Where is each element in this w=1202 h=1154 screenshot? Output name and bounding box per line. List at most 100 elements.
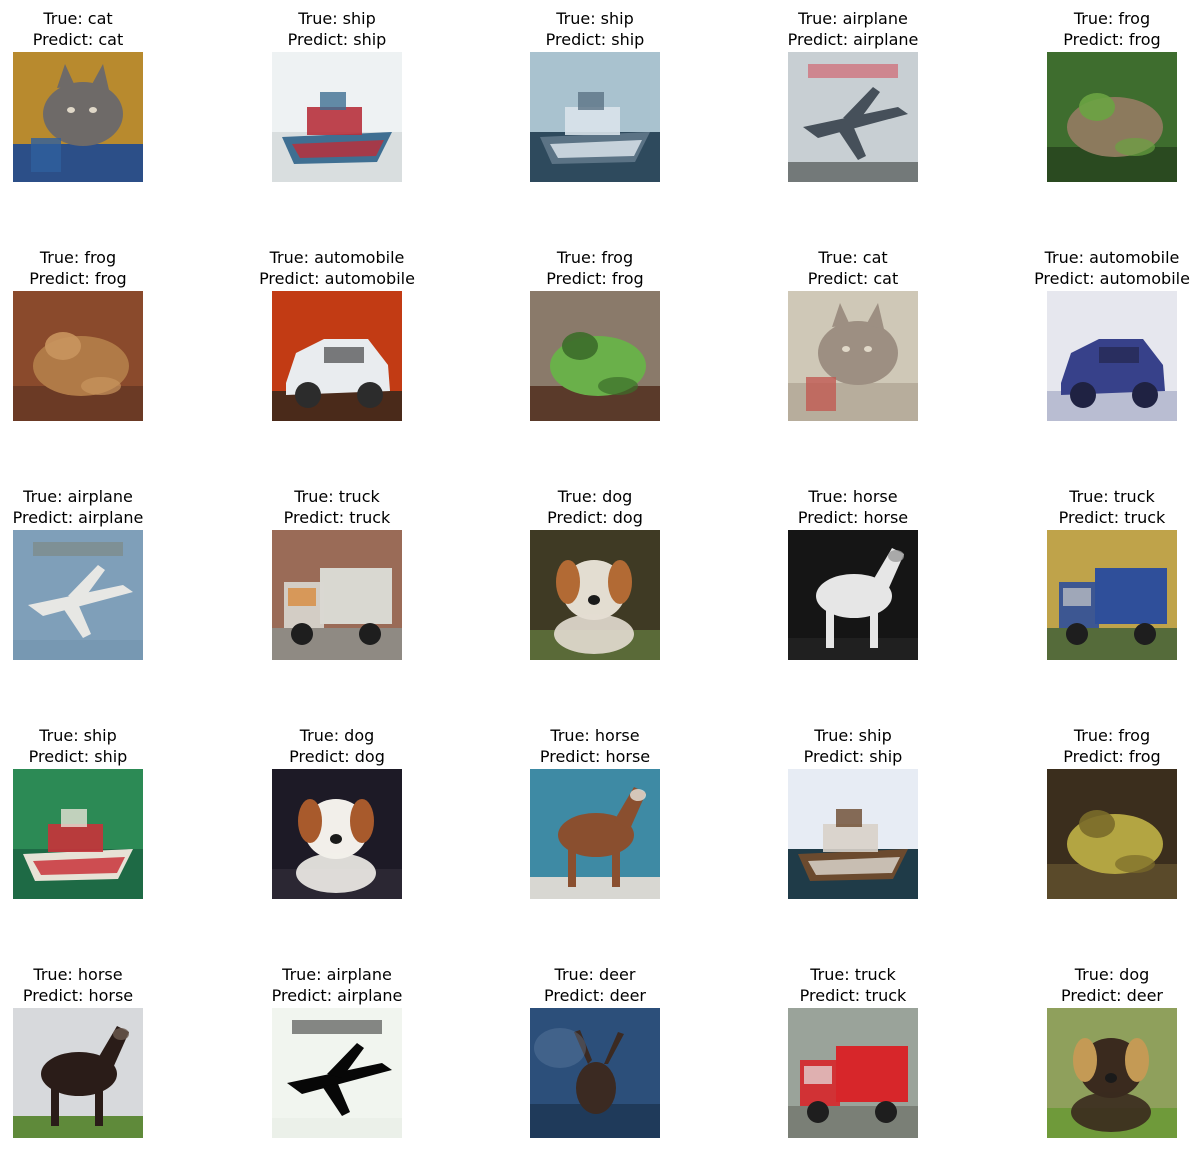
predict-label: Predict: truck xyxy=(283,508,391,527)
sample-caption: True: automobile Predict: automobile xyxy=(217,247,457,289)
sample-cell: True: automobile Predict: automobile xyxy=(217,247,457,437)
horse-photo xyxy=(788,530,918,660)
frog-photo xyxy=(13,291,143,421)
true-label: True: truck xyxy=(1069,487,1155,506)
sample-caption: True: frog Predict: frog xyxy=(992,725,1202,767)
truck-photo xyxy=(1047,530,1177,660)
true-label: True: ship xyxy=(39,726,117,745)
sample-cell: True: dog Predict: deer xyxy=(992,964,1202,1154)
sample-cell: True: horse Predict: horse xyxy=(475,725,715,915)
true-label: True: horse xyxy=(550,726,640,745)
true-label: True: horse xyxy=(33,965,123,984)
sample-caption: True: ship Predict: ship xyxy=(0,725,198,767)
sample-caption: True: automobile Predict: automobile xyxy=(992,247,1202,289)
dog-photo xyxy=(1047,1008,1177,1138)
predict-label: Predict: airplane xyxy=(787,30,919,49)
truck-photo xyxy=(788,1008,918,1138)
true-label: True: airplane xyxy=(23,487,133,506)
true-label: True: cat xyxy=(818,248,888,267)
airplane-photo xyxy=(788,52,918,182)
true-label: True: dog xyxy=(299,726,375,745)
sample-cell: True: automobile Predict: automobile xyxy=(992,247,1202,437)
predict-label: Predict: airplane xyxy=(12,508,144,527)
true-label: True: frog xyxy=(1073,9,1151,28)
horse-photo xyxy=(13,1008,143,1138)
predict-label: Predict: truck xyxy=(799,986,907,1005)
predict-label: Predict: horse xyxy=(539,747,651,766)
cat-photo xyxy=(13,52,143,182)
dog-photo xyxy=(272,769,402,899)
sample-caption: True: dog Predict: deer xyxy=(992,964,1202,1006)
true-label: True: frog xyxy=(39,248,117,267)
predict-label: Predict: ship xyxy=(545,30,645,49)
true-label: True: horse xyxy=(808,487,898,506)
sample-cell: True: ship Predict: ship xyxy=(733,725,973,915)
sample-caption: True: truck Predict: truck xyxy=(733,964,973,1006)
predict-label: Predict: frog xyxy=(1063,747,1161,766)
sample-cell: True: ship Predict: ship xyxy=(217,8,457,198)
sample-cell: True: frog Predict: frog xyxy=(992,725,1202,915)
predict-label: Predict: ship xyxy=(803,747,903,766)
true-label: True: automobile xyxy=(1044,248,1180,267)
true-label: True: airplane xyxy=(798,9,908,28)
sample-caption: True: cat Predict: cat xyxy=(733,247,973,289)
true-label: True: airplane xyxy=(282,965,392,984)
sample-caption: True: horse Predict: horse xyxy=(0,964,198,1006)
predict-label: Predict: dog xyxy=(289,747,385,766)
true-label: True: truck xyxy=(810,965,896,984)
sample-cell: True: airplane Predict: airplane xyxy=(0,486,198,676)
ship-photo xyxy=(788,769,918,899)
sample-cell: True: deer Predict: deer xyxy=(475,964,715,1154)
true-label: True: frog xyxy=(1073,726,1151,745)
predict-label: Predict: frog xyxy=(29,269,127,288)
frog-photo xyxy=(1047,52,1177,182)
truck-photo xyxy=(272,530,402,660)
sample-cell: True: truck Predict: truck xyxy=(992,486,1202,676)
predict-label: Predict: ship xyxy=(287,30,387,49)
car-photo xyxy=(1047,291,1177,421)
sample-caption: True: frog Predict: frog xyxy=(992,8,1202,50)
frog-photo xyxy=(1047,769,1177,899)
predict-label: Predict: deer xyxy=(543,986,646,1005)
sample-caption: True: ship Predict: ship xyxy=(475,8,715,50)
predict-label: Predict: frog xyxy=(1063,30,1161,49)
car-photo xyxy=(272,291,402,421)
true-label: True: frog xyxy=(556,248,634,267)
sample-caption: True: horse Predict: horse xyxy=(733,486,973,528)
sample-cell: True: frog Predict: frog xyxy=(992,8,1202,198)
sample-caption: True: frog Predict: frog xyxy=(475,247,715,289)
sample-cell: True: truck Predict: truck xyxy=(217,486,457,676)
true-label: True: cat xyxy=(43,9,113,28)
sample-cell: True: horse Predict: horse xyxy=(0,964,198,1154)
horse-photo xyxy=(530,769,660,899)
airplane-photo xyxy=(13,530,143,660)
predict-label: Predict: cat xyxy=(807,269,899,288)
sample-cell: True: airplane Predict: airplane xyxy=(217,964,457,1154)
ship-photo xyxy=(13,769,143,899)
true-label: True: ship xyxy=(814,726,892,745)
sample-cell: True: cat Predict: cat xyxy=(733,247,973,437)
sample-caption: True: airplane Predict: airplane xyxy=(217,964,457,1006)
cat-photo xyxy=(788,291,918,421)
true-label: True: ship xyxy=(556,9,634,28)
true-label: True: dog xyxy=(1074,965,1150,984)
sample-cell: True: airplane Predict: airplane xyxy=(733,8,973,198)
prediction-grid: True: cat Predict: cat True: ship Predict: … xyxy=(0,0,1202,1148)
sample-caption: True: dog Predict: dog xyxy=(475,486,715,528)
predict-label: Predict: dog xyxy=(547,508,643,527)
sample-caption: True: frog Predict: frog xyxy=(0,247,198,289)
predict-label: Predict: horse xyxy=(22,986,134,1005)
sample-caption: True: ship Predict: ship xyxy=(217,8,457,50)
sample-cell: True: horse Predict: horse xyxy=(733,486,973,676)
dog-photo xyxy=(530,530,660,660)
predict-label: Predict: deer xyxy=(1060,986,1163,1005)
sample-caption: True: horse Predict: horse xyxy=(475,725,715,767)
predict-label: Predict: frog xyxy=(546,269,644,288)
true-label: True: dog xyxy=(557,487,633,506)
sample-caption: True: airplane Predict: airplane xyxy=(733,8,973,50)
predict-label: Predict: horse xyxy=(797,508,909,527)
predict-label: Predict: ship xyxy=(28,747,128,766)
true-label: True: truck xyxy=(294,487,380,506)
sample-caption: True: ship Predict: ship xyxy=(733,725,973,767)
sample-cell: True: dog Predict: dog xyxy=(475,486,715,676)
